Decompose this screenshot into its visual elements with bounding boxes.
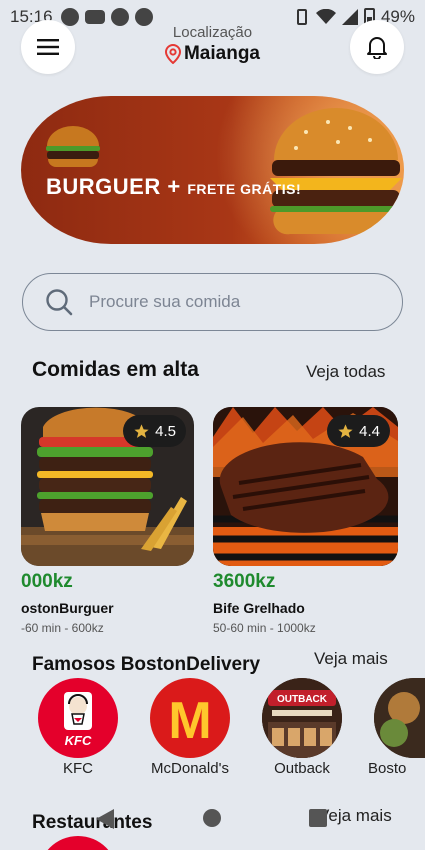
svg-text:KFC: KFC [65,733,92,748]
brand-logo-outback[interactable]: OUTBACK [262,678,342,758]
food-meta: -60 min - 600kz [21,621,104,635]
famous-see-more-link[interactable]: Veja mais [314,649,388,669]
home-icon[interactable] [202,808,222,828]
recents-icon[interactable] [308,808,328,828]
food-price: 3600kz [213,571,276,592]
banner-headline: BURGUER + FRETE GRÁTIS! [46,174,302,199]
brand-name: KFC [63,760,93,777]
search-placeholder: Procure sua comida [89,292,241,311]
system-nav-bar [0,790,425,846]
kfc-logo-icon: KFC [64,692,92,748]
rating-badge: 4.4 [327,415,390,447]
notifications-button[interactable] [350,20,404,74]
famous-title: Famosos BostonDelivery [32,654,261,675]
mcdonalds-logo-icon: M [168,692,211,750]
burger-logo-image [46,126,100,167]
location-name: Maianga [183,43,261,64]
burger-image [270,108,402,235]
search-icon [46,289,73,316]
brand-name: Outback [274,760,330,777]
food-price: 000kz [21,571,73,592]
star-icon [134,423,149,438]
bell-icon [367,37,387,59]
food-meta: 50-60 min - 1000kz [213,621,316,635]
brand-logo-kfc[interactable]: KFC [38,678,118,758]
rating-badge: 4.5 [123,415,186,447]
brand-logo-boston[interactable] [374,678,425,758]
trending-see-all-link[interactable]: Veja todas [306,362,385,382]
star-icon [338,423,353,438]
svg-text:OUTBACK: OUTBACK [277,694,328,705]
food-card-image[interactable]: 4.4 [213,407,398,566]
brand-name: Bosto [368,760,407,777]
trending-title: Comidas em alta [32,358,199,381]
food-name: Bife Grelhado [213,600,305,616]
brand-logo-mcdonalds[interactable]: M [150,678,230,758]
location-pin-icon [164,44,181,64]
outback-storefront-image: OUTBACK [262,678,342,758]
brand-name: McDonald's [151,760,229,777]
promo-banner[interactable]: BURGUER + FRETE GRÁTIS! [21,96,404,244]
food-card-image[interactable]: 4.5 [21,407,194,566]
app-header: Localização Maianga [0,20,425,80]
search-input[interactable]: Procure sua comida [22,273,403,331]
svg-text:M: M [168,692,211,750]
back-icon[interactable] [94,807,116,831]
food-name: ostonBurguer [21,600,114,616]
boston-food-image [374,678,425,758]
